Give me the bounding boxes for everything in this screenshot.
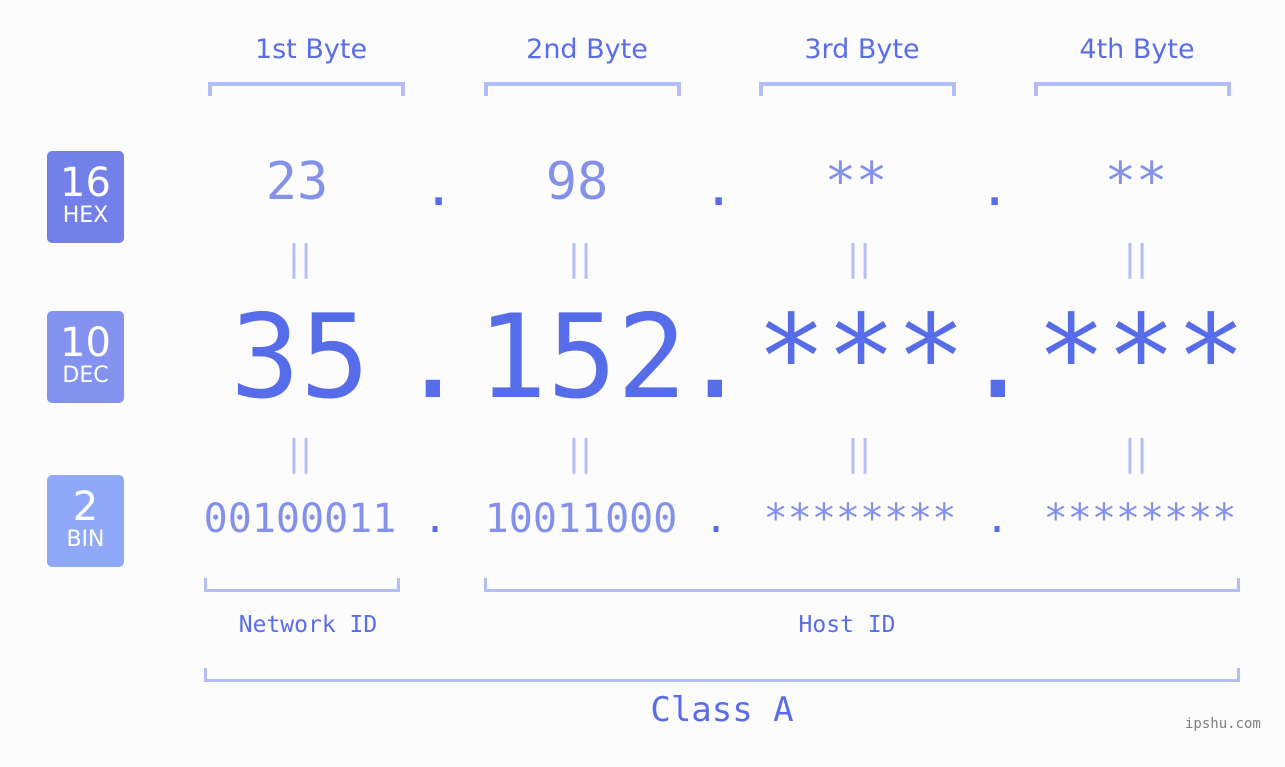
bin-badge-number: 2 [72, 484, 99, 530]
dec-byte-2: 152 [477, 290, 687, 425]
dec-byte-4: *** [1036, 290, 1246, 425]
network-id-bracket [204, 578, 400, 592]
watermark: ipshu.com [1185, 716, 1261, 732]
bin-byte-3: ******** [763, 496, 957, 542]
bracket-byte-1 [208, 82, 405, 96]
equals-hex-dec-4: || [1123, 238, 1149, 279]
bracket-byte-2 [484, 82, 681, 96]
bin-byte-1: 00100011 [203, 496, 397, 542]
bin-byte-2: 10011000 [484, 496, 678, 542]
bracket-byte-4 [1034, 82, 1231, 96]
hex-byte-2: 98 [545, 152, 609, 212]
equals-hex-dec-3: || [846, 238, 872, 279]
equals-dec-bin-2: || [567, 433, 593, 474]
bin-dot-2: . [704, 496, 729, 542]
dec-badge-number: 10 [60, 320, 111, 366]
header-byte-2: 2nd Byte [526, 34, 648, 65]
equals-hex-dec-2: || [567, 238, 593, 279]
header-byte-1: 1st Byte [254, 34, 368, 65]
hex-badge-number: 16 [60, 160, 111, 206]
dec-badge-label: DEC [62, 363, 109, 388]
network-id-label: Network ID [238, 612, 378, 638]
dec-dot-1: . [398, 290, 468, 425]
hex-badge: 16 HEX [47, 151, 124, 243]
dec-badge: 10 DEC [47, 311, 124, 403]
dec-byte-1: 35 [230, 290, 370, 425]
equals-dec-bin-1: || [287, 433, 313, 474]
header-byte-4: 4th Byte [1079, 34, 1195, 65]
bin-badge-label: BIN [66, 527, 105, 552]
bracket-byte-3 [759, 82, 956, 96]
hex-byte-4: ** [1104, 152, 1168, 212]
hex-byte-3: ** [824, 152, 888, 212]
class-label: Class A [650, 690, 794, 730]
host-id-label: Host ID [798, 612, 896, 638]
equals-hex-dec-1: || [287, 238, 313, 279]
hex-dot-2: . [703, 158, 735, 218]
bin-dot-3: . [985, 496, 1010, 542]
dec-dot-2: . [680, 290, 750, 425]
header-byte-3: 3rd Byte [804, 34, 920, 65]
host-id-bracket [484, 578, 1240, 592]
hex-badge-label: HEX [62, 203, 109, 228]
equals-dec-bin-3: || [846, 433, 872, 474]
dec-byte-3: *** [756, 290, 966, 425]
bin-badge: 2 BIN [47, 475, 124, 567]
hex-dot-3: . [979, 158, 1011, 218]
class-bracket [204, 668, 1240, 682]
bin-dot-1: . [423, 496, 448, 542]
hex-dot-1: . [423, 158, 455, 218]
dec-dot-3: . [963, 290, 1033, 425]
hex-byte-1: 23 [265, 152, 329, 212]
bin-byte-4: ******** [1043, 496, 1237, 542]
equals-dec-bin-4: || [1123, 433, 1149, 474]
